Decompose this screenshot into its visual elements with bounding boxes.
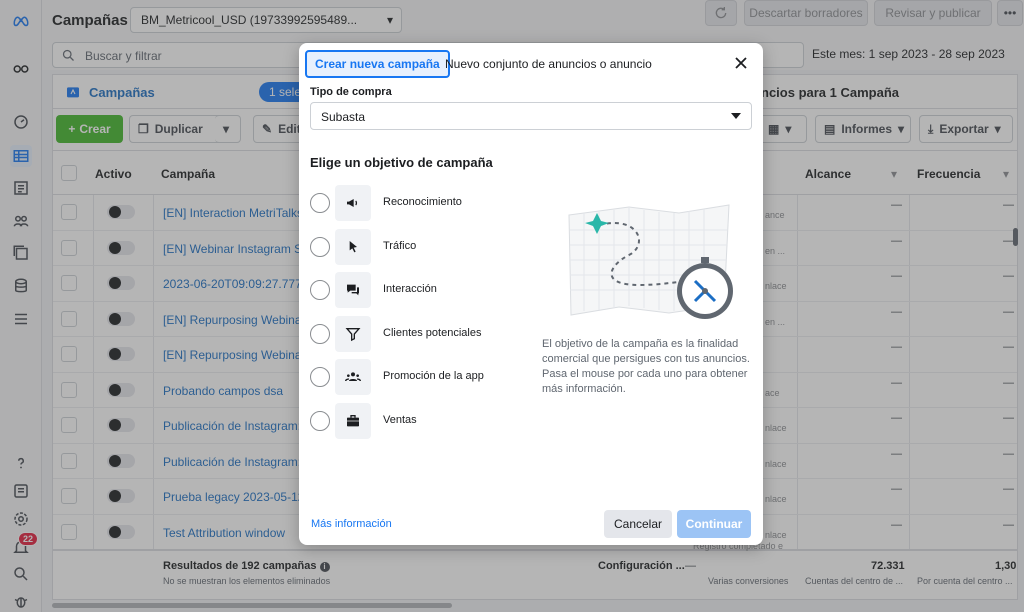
more-info-link[interactable]: Más información [311, 518, 392, 530]
objective-description: El objetivo de la campaña es la finalida… [542, 338, 750, 395]
chat-icon [347, 284, 359, 296]
continue-button[interactable]: Continuar [677, 510, 751, 538]
objective-label: Reconocimiento [383, 196, 462, 208]
purchase-type-value: Subasta [321, 110, 366, 124]
objective-icon-tile [335, 272, 371, 308]
objective-label: Clientes potenciales [383, 326, 482, 339]
cancel-button[interactable]: Cancelar [604, 510, 672, 538]
objective-radio[interactable] [310, 236, 330, 257]
objective-option[interactable]: Interacción [310, 272, 520, 308]
megaphone-icon [347, 199, 358, 207]
objective-option[interactable]: Promoción de la app [310, 359, 520, 395]
objective-label: Promoción de la app [383, 370, 484, 382]
cursor-icon [349, 240, 357, 252]
objective-radio[interactable] [310, 193, 330, 213]
objective-option[interactable]: Ventas [310, 402, 520, 439]
objective-option[interactable]: Clientes potenciales [310, 315, 520, 352]
tab-new-campaign[interactable]: Crear nueva campaña [305, 50, 450, 78]
objective-icon-tile [335, 228, 371, 265]
funnel-icon [345, 327, 361, 341]
briefcase-icon [347, 414, 359, 426]
compass-map-illustration [568, 204, 733, 319]
objective-icon-tile [335, 185, 371, 221]
close-icon[interactable] [733, 55, 749, 71]
objective-option[interactable]: Tráfico [310, 228, 520, 265]
caret-down-icon [731, 113, 741, 119]
objective-radio[interactable] [310, 280, 330, 300]
tab-new-adset-or-ad[interactable]: Nuevo conjunto de anuncios o anuncio [445, 57, 652, 71]
objective-icon-tile [335, 359, 371, 395]
objective-label: Interacción [383, 283, 437, 295]
objective-radio[interactable] [310, 323, 330, 344]
objective-label: Tráfico [383, 239, 417, 252]
objective-label: Ventas [383, 413, 417, 426]
create-campaign-dialog: Crear nueva campaña Nuevo conjunto de an… [299, 43, 763, 545]
purchase-type-select[interactable]: Subasta [310, 102, 752, 130]
people-icon [345, 372, 361, 382]
objective-icon-tile [335, 315, 371, 352]
objective-radio[interactable] [310, 367, 330, 387]
objective-heading: Elige un objetivo de campaña [310, 155, 493, 170]
objective-icon-tile [335, 402, 371, 439]
purchase-type-label: Tipo de compra [310, 86, 392, 98]
objective-radio[interactable] [310, 410, 330, 431]
objective-option[interactable]: Reconocimiento [310, 185, 520, 221]
